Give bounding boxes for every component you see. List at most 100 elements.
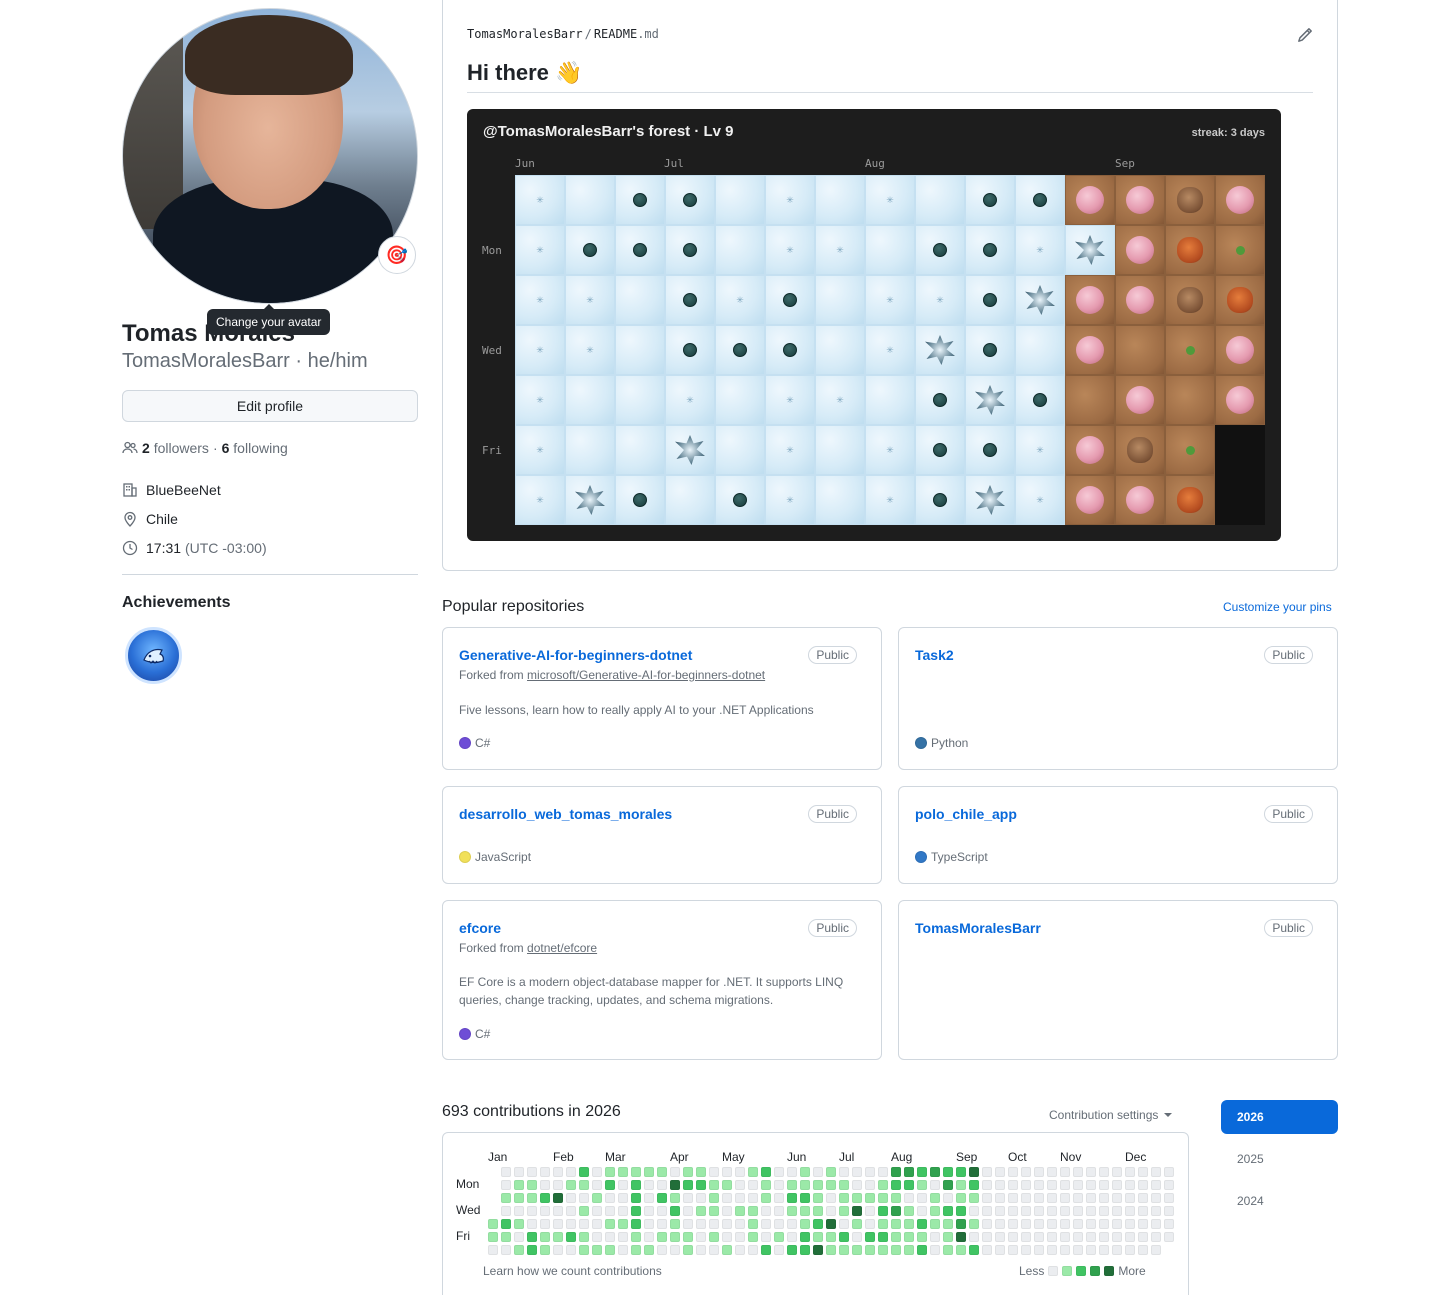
contribution-day[interactable] [1047, 1167, 1057, 1177]
contribution-day[interactable] [644, 1167, 654, 1177]
contribution-day[interactable] [1151, 1193, 1161, 1203]
contribution-day[interactable] [488, 1180, 498, 1190]
contribution-day[interactable] [553, 1232, 563, 1242]
contribution-day[interactable] [670, 1206, 680, 1216]
contribution-day[interactable] [670, 1167, 680, 1177]
contribution-day[interactable] [1047, 1245, 1057, 1255]
contribution-day[interactable] [943, 1206, 953, 1216]
contribution-day[interactable] [683, 1245, 693, 1255]
contribution-day[interactable] [878, 1193, 888, 1203]
contribution-day[interactable] [683, 1206, 693, 1216]
contribution-day[interactable] [1099, 1167, 1109, 1177]
contribution-day[interactable] [761, 1193, 771, 1203]
contribution-day[interactable] [605, 1206, 615, 1216]
contribution-day[interactable] [579, 1245, 589, 1255]
repo-name-link[interactable]: efcore [459, 920, 501, 936]
contribution-day[interactable] [761, 1245, 771, 1255]
contribution-day[interactable] [527, 1193, 537, 1203]
contribution-day[interactable] [631, 1180, 641, 1190]
contribution-day[interactable] [852, 1193, 862, 1203]
contribution-day[interactable] [1125, 1232, 1135, 1242]
contribution-day[interactable] [1099, 1180, 1109, 1190]
contribution-day[interactable] [696, 1232, 706, 1242]
contribution-day[interactable] [540, 1193, 550, 1203]
contribution-day[interactable] [1034, 1180, 1044, 1190]
contribution-day[interactable] [566, 1206, 576, 1216]
contribution-day[interactable] [1164, 1219, 1174, 1229]
contribution-day[interactable] [631, 1232, 641, 1242]
contribution-day[interactable] [553, 1206, 563, 1216]
contribution-day[interactable] [1151, 1232, 1161, 1242]
contribution-day[interactable] [501, 1232, 511, 1242]
repo-name-link[interactable]: desarrollo_web_tomas_morales [459, 806, 672, 822]
contribution-day[interactable] [1086, 1206, 1096, 1216]
contribution-day[interactable] [566, 1180, 576, 1190]
contribution-day[interactable] [969, 1219, 979, 1229]
contribution-day[interactable] [527, 1180, 537, 1190]
contribution-day[interactable] [1138, 1219, 1148, 1229]
contribution-day[interactable] [813, 1167, 823, 1177]
contribution-day[interactable] [878, 1232, 888, 1242]
contribution-day[interactable] [774, 1180, 784, 1190]
contribution-day[interactable] [800, 1180, 810, 1190]
contribution-day[interactable] [1112, 1232, 1122, 1242]
contribution-day[interactable] [566, 1167, 576, 1177]
contribution-day[interactable] [839, 1232, 849, 1242]
contribution-day[interactable] [501, 1245, 511, 1255]
contribution-day[interactable] [592, 1232, 602, 1242]
contribution-day[interactable] [1164, 1206, 1174, 1216]
contribution-day[interactable] [605, 1245, 615, 1255]
contribution-day[interactable] [865, 1245, 875, 1255]
contribution-day[interactable] [1138, 1167, 1148, 1177]
contribution-day[interactable] [761, 1167, 771, 1177]
contribution-day[interactable] [657, 1193, 667, 1203]
contribution-day[interactable] [1008, 1193, 1018, 1203]
contribution-day[interactable] [1112, 1219, 1122, 1229]
contribution-day[interactable] [930, 1167, 940, 1177]
contribution-day[interactable] [696, 1206, 706, 1216]
achievement-badge[interactable] [125, 627, 182, 684]
contribution-day[interactable] [527, 1206, 537, 1216]
contribution-day[interactable] [852, 1167, 862, 1177]
contribution-day[interactable] [878, 1245, 888, 1255]
contribution-day[interactable] [917, 1206, 927, 1216]
contribution-day[interactable] [969, 1180, 979, 1190]
contribution-day[interactable] [592, 1180, 602, 1190]
contribution-day[interactable] [956, 1219, 966, 1229]
contribution-day[interactable] [618, 1245, 628, 1255]
contribution-day[interactable] [1060, 1180, 1070, 1190]
contribution-day[interactable] [1021, 1219, 1031, 1229]
contribution-day[interactable] [982, 1206, 992, 1216]
contribution-day[interactable] [709, 1232, 719, 1242]
year-button-2026[interactable]: 2026 [1221, 1100, 1338, 1134]
contribution-day[interactable] [631, 1167, 641, 1177]
contribution-day[interactable] [1138, 1193, 1148, 1203]
contribution-day[interactable] [865, 1232, 875, 1242]
contribution-day[interactable] [826, 1219, 836, 1229]
contribution-day[interactable] [956, 1167, 966, 1177]
contribution-day[interactable] [1086, 1193, 1096, 1203]
contribution-day[interactable] [748, 1245, 758, 1255]
contribution-day[interactable] [813, 1193, 823, 1203]
contribution-day[interactable] [982, 1232, 992, 1242]
contribution-day[interactable] [540, 1180, 550, 1190]
contribution-day[interactable] [722, 1245, 732, 1255]
contribution-day[interactable] [540, 1245, 550, 1255]
readme-path-user[interactable]: TomasMoralesBarr [467, 27, 583, 41]
contribution-day[interactable] [1125, 1206, 1135, 1216]
contribution-day[interactable] [982, 1180, 992, 1190]
contribution-day[interactable] [813, 1219, 823, 1229]
contribution-day[interactable] [826, 1232, 836, 1242]
contribution-day[interactable] [592, 1219, 602, 1229]
contribution-day[interactable] [930, 1245, 940, 1255]
contribution-day[interactable] [605, 1193, 615, 1203]
contribution-day[interactable] [1151, 1245, 1161, 1255]
contribution-day[interactable] [566, 1219, 576, 1229]
contribution-day[interactable] [644, 1180, 654, 1190]
contribution-day[interactable] [540, 1167, 550, 1177]
contribution-day[interactable] [943, 1167, 953, 1177]
contribution-day[interactable] [1008, 1167, 1018, 1177]
contribution-day[interactable] [683, 1193, 693, 1203]
contribution-day[interactable] [813, 1245, 823, 1255]
contribution-day[interactable] [1112, 1245, 1122, 1255]
